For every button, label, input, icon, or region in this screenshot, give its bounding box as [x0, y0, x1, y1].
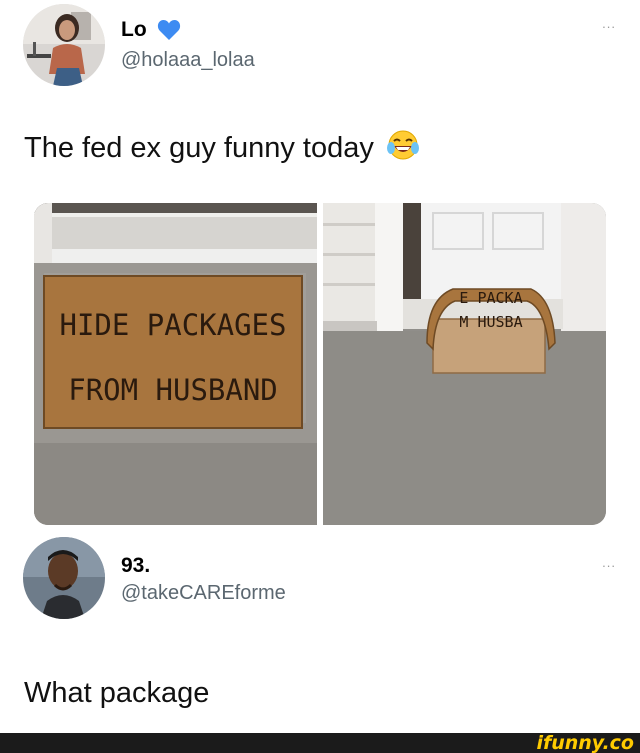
ifunny-watermark: ifunny.co: [536, 732, 634, 753]
avatar[interactable]: [23, 4, 105, 86]
photo-doormat[interactable]: HIDE PACKAGES FROM HUSBAND: [34, 203, 317, 525]
doormat-line-2: FROM HUSBAND: [68, 373, 278, 407]
laughing-tears-emoji-icon: [386, 130, 419, 160]
photo-mat-over-box[interactable]: E PACKA M HUSBA: [323, 203, 606, 525]
author-handle[interactable]: @holaaa_lolaa: [121, 49, 255, 72]
avatar-photo: [23, 4, 105, 86]
doormat-line-1: HIDE PACKAGES: [60, 308, 287, 342]
reply-more-options-icon[interactable]: ...: [602, 555, 616, 570]
more-options-icon[interactable]: ...: [602, 16, 616, 31]
reply-avatar-photo: [23, 537, 105, 619]
watermark-bar: ifunny.co: [0, 733, 640, 753]
reply-avatar[interactable]: [23, 537, 105, 619]
reply-display-name[interactable]: 93.: [121, 554, 150, 578]
reply-author-handle[interactable]: @takeCAREforme: [121, 582, 286, 605]
tweet-text: The fed ex guy funny today: [24, 128, 420, 165]
reply-text: What package: [24, 677, 210, 709]
folded-mat-line-1: E PACKA: [459, 289, 522, 307]
tweet-photos[interactable]: HIDE PACKAGES FROM HUSBAND E PACKA M HUS…: [34, 203, 606, 525]
tweet-text-content: The fed ex guy funny today: [24, 132, 374, 164]
display-name-text: Lo: [121, 18, 147, 41]
folded-mat-line-2: M HUSBA: [459, 313, 522, 331]
display-name[interactable]: Lo: [121, 18, 181, 42]
blue-heart-icon: [157, 20, 180, 41]
